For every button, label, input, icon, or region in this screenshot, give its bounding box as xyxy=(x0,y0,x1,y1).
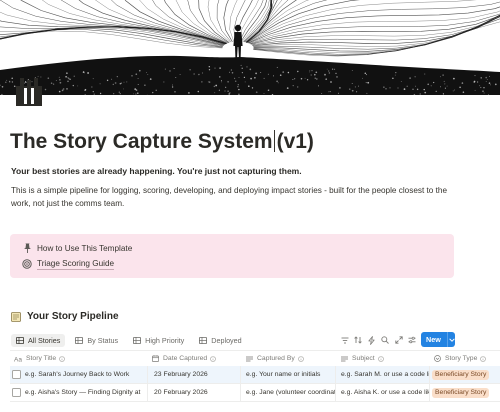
tab-label[interactable]: High Priority xyxy=(145,336,184,345)
database-title-text[interactable]: Your Story Pipeline xyxy=(27,311,119,322)
cell-date[interactable]: 20 February 2026 xyxy=(148,384,239,401)
view-tabs: All Stories By Status High Priority Depl… xyxy=(11,333,252,347)
settings-icon[interactable] xyxy=(406,334,419,347)
text-cursor xyxy=(273,130,275,152)
callout-link-triage[interactable]: Triage Scoring Guide xyxy=(22,258,115,270)
table-icon xyxy=(16,336,24,344)
cell-story-type[interactable]: Beneficiary Story xyxy=(430,366,500,383)
column-divider xyxy=(147,366,148,402)
table-row[interactable]: e.g. Sarah's Journey Back to Work 23 Feb… xyxy=(10,366,500,384)
automation-icon[interactable] xyxy=(365,334,378,347)
info-icon[interactable] xyxy=(377,355,384,362)
callout-link-label[interactable]: Triage Scoring Guide xyxy=(37,258,115,270)
cell-subject[interactable]: e.g. Aisha K. or use a code lik xyxy=(337,384,430,401)
column-header-subject[interactable]: Subject xyxy=(337,351,430,366)
cell-story-title[interactable]: e.g. Sarah's Journey Back to Work xyxy=(10,366,147,383)
database-title[interactable]: Your Story Pipeline xyxy=(11,311,119,322)
callout-link-how-to-use[interactable]: How to Use This Template xyxy=(22,243,132,253)
column-label: Captured By xyxy=(257,355,295,362)
table-row[interactable]: e.g. Aisha's Story — Finding Dignity at … xyxy=(10,384,500,402)
callout-link-label[interactable]: How to Use This Template xyxy=(37,244,132,253)
search-icon[interactable] xyxy=(379,334,392,347)
column-label: Story Type xyxy=(445,355,478,362)
page-title-text[interactable]: The Story Capture System xyxy=(10,130,273,153)
text-lines-icon xyxy=(341,356,348,362)
cell-captured-by[interactable]: e.g. Your name or initials xyxy=(242,366,335,383)
column-label: Story Title xyxy=(26,355,57,362)
tab-label[interactable]: All Stories xyxy=(28,336,60,345)
info-icon[interactable] xyxy=(297,355,304,362)
page-title-suffix[interactable]: (v1) xyxy=(277,130,314,153)
table-icon xyxy=(75,336,84,344)
table-icon xyxy=(199,336,208,344)
chevron-down-icon[interactable] xyxy=(448,337,455,342)
column-divider xyxy=(335,366,336,402)
sort-icon[interactable] xyxy=(352,334,365,347)
cover-image xyxy=(0,0,500,95)
info-icon[interactable] xyxy=(210,355,217,362)
story-type-badge: Beneficiary Story xyxy=(432,369,490,380)
story-type-badge: Beneficiary Story xyxy=(432,387,490,398)
tab-by-status[interactable]: By Status xyxy=(70,334,123,347)
page-title[interactable]: The Story Capture System (v1) xyxy=(10,130,314,154)
column-header-date-captured[interactable]: Date Captured xyxy=(148,351,239,366)
column-divider xyxy=(240,366,241,402)
filter-icon[interactable] xyxy=(338,334,351,347)
cell-story-title[interactable]: e.g. Aisha's Story — Finding Dignity at xyxy=(10,384,147,401)
target-icon xyxy=(22,259,32,269)
cell-date[interactable]: 23 February 2026 xyxy=(148,366,239,383)
column-divider xyxy=(429,366,430,402)
text-icon: Aa xyxy=(14,356,22,362)
callout-box: How to Use This Template Triage Scoring … xyxy=(10,234,454,278)
pushpin-icon xyxy=(22,243,32,253)
svg-text:Aa: Aa xyxy=(14,356,22,362)
new-button[interactable]: New xyxy=(421,332,455,347)
text-lines-icon xyxy=(246,356,253,362)
tab-label[interactable]: Deployed xyxy=(211,336,241,345)
table-icon xyxy=(133,336,142,344)
notepad-icon xyxy=(11,311,21,322)
database-toolbar xyxy=(338,333,433,347)
table-header: Aa Story Title Date Captured Captured By… xyxy=(10,350,500,367)
tab-high-priority[interactable]: High Priority xyxy=(128,334,189,347)
tab-deployed[interactable]: Deployed xyxy=(194,334,246,347)
column-header-story-title[interactable]: Aa Story Title xyxy=(10,351,147,366)
column-header-story-type[interactable]: Story Type xyxy=(430,351,500,366)
column-header-captured-by[interactable]: Captured By xyxy=(242,351,335,366)
column-label: Subject xyxy=(352,355,375,362)
cell-captured-by[interactable]: e.g. Jane (volunteer coordinat xyxy=(242,384,335,401)
row-checkbox[interactable] xyxy=(12,388,21,397)
cell-text: e.g. Sarah's Journey Back to Work xyxy=(25,371,130,378)
page-description: This is a simple pipeline for logging, s… xyxy=(11,186,448,208)
cell-subject[interactable]: e.g. Sarah M. or use a code like xyxy=(337,366,430,383)
page-icon[interactable] xyxy=(16,78,42,106)
tab-label[interactable]: By Status xyxy=(87,336,118,345)
select-icon xyxy=(434,355,441,362)
row-checkbox[interactable] xyxy=(12,370,21,379)
cell-story-type[interactable]: Beneficiary Story xyxy=(430,384,500,401)
calendar-icon xyxy=(152,355,159,362)
info-icon[interactable] xyxy=(480,355,487,362)
expand-icon[interactable] xyxy=(392,334,405,347)
new-button-label[interactable]: New xyxy=(421,335,447,344)
tab-all-stories[interactable]: All Stories xyxy=(11,333,66,347)
cell-text: e.g. Aisha's Story — Finding Dignity at xyxy=(25,389,141,396)
page-subtitle: Your best stories are already happening.… xyxy=(11,166,302,176)
column-label: Date Captured xyxy=(163,355,208,362)
info-icon[interactable] xyxy=(59,355,66,362)
